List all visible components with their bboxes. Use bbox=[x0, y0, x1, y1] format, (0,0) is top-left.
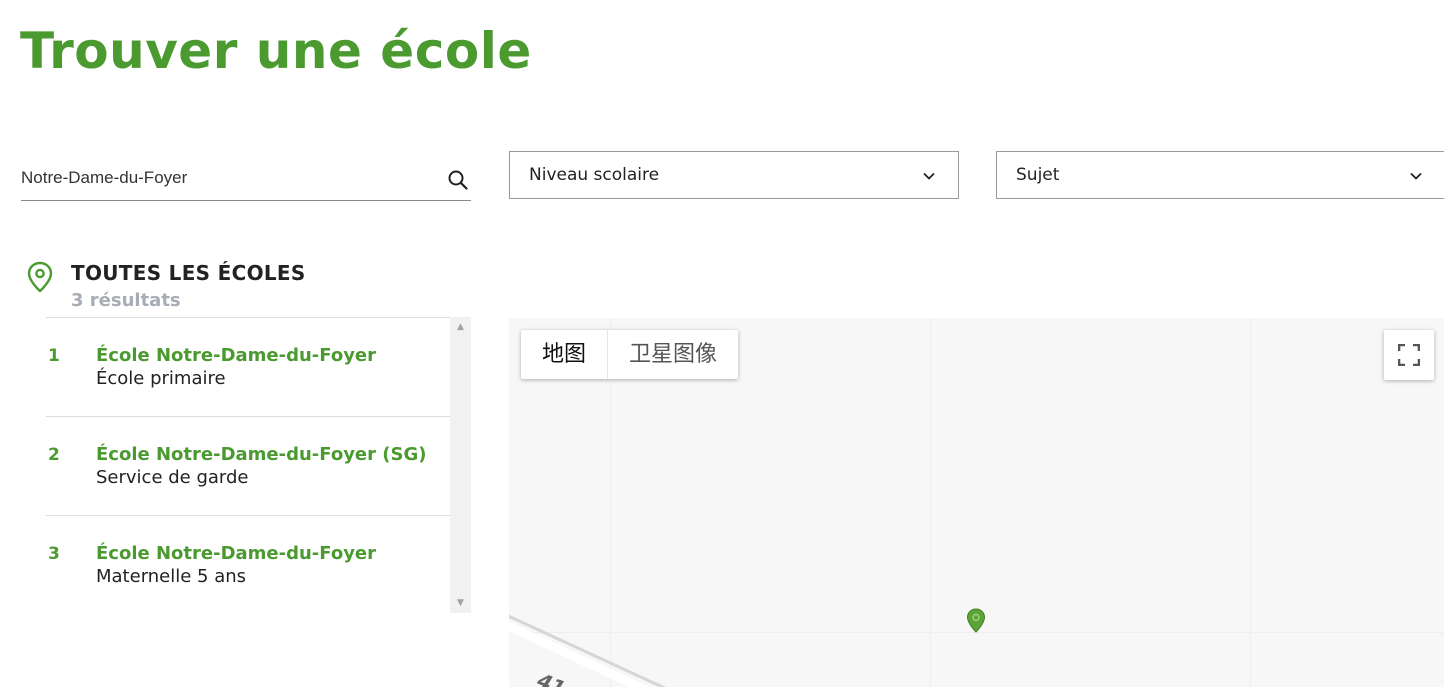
search-box bbox=[21, 152, 471, 201]
results-list: 1 École Notre-Dame-du-Foyer École primai… bbox=[46, 317, 471, 613]
item-name[interactable]: École Notre-Dame-du-Foyer (SG) bbox=[96, 444, 426, 465]
item-name[interactable]: École Notre-Dame-du-Foyer bbox=[96, 543, 376, 564]
level-dropdown[interactable]: Niveau scolaire bbox=[509, 151, 959, 199]
level-dropdown-label: Niveau scolaire bbox=[529, 165, 660, 185]
item-type: Maternelle 5 ans bbox=[96, 566, 247, 587]
item-number: 3 bbox=[48, 544, 60, 564]
map-pin-icon bbox=[27, 261, 53, 293]
search-input[interactable] bbox=[21, 166, 431, 190]
list-item[interactable]: 2 École Notre-Dame-du-Foyer (SG) Service… bbox=[46, 417, 450, 516]
item-type: Service de garde bbox=[96, 467, 249, 488]
list-scrollbar[interactable]: ▲ ▼ bbox=[450, 317, 471, 613]
subject-dropdown-label: Sujet bbox=[1016, 165, 1060, 185]
item-number: 2 bbox=[48, 445, 60, 465]
map-view[interactable]: 41e 地图 卫星图像 bbox=[509, 318, 1444, 687]
map-marker-icon[interactable] bbox=[966, 608, 986, 634]
chevron-down-icon bbox=[1410, 172, 1422, 180]
chevron-down-icon bbox=[923, 172, 935, 180]
page-title: Trouver une école bbox=[20, 22, 532, 80]
subject-dropdown[interactable]: Sujet bbox=[996, 151, 1444, 199]
list-item[interactable]: 1 École Notre-Dame-du-Foyer École primai… bbox=[46, 318, 450, 417]
map-tab-map[interactable]: 地图 bbox=[521, 330, 607, 379]
results-title: TOUTES LES ÉCOLES bbox=[71, 261, 306, 285]
fullscreen-button[interactable] bbox=[1384, 330, 1434, 380]
scroll-thumb[interactable] bbox=[453, 335, 468, 593]
list-item[interactable]: 3 École Notre-Dame-du-Foyer Maternelle 5… bbox=[46, 516, 450, 613]
item-type: École primaire bbox=[96, 368, 226, 389]
scroll-up-arrow-icon[interactable]: ▲ bbox=[450, 319, 471, 335]
results-count: 3 résultats bbox=[71, 290, 181, 311]
map-tab-satellite[interactable]: 卫星图像 bbox=[607, 330, 738, 379]
search-icon[interactable] bbox=[447, 169, 469, 191]
item-name[interactable]: École Notre-Dame-du-Foyer bbox=[96, 345, 376, 366]
item-number: 1 bbox=[48, 346, 60, 366]
fullscreen-icon bbox=[1398, 344, 1420, 366]
scroll-down-arrow-icon[interactable]: ▼ bbox=[450, 595, 471, 611]
map-type-toggle: 地图 卫星图像 bbox=[521, 330, 739, 379]
